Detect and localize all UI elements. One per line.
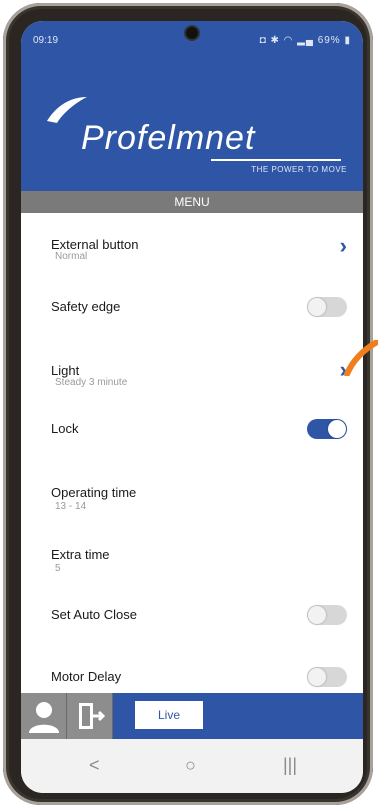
status-icons: ◘ ✱ ◠ ▂▄ 69% ▮: [260, 35, 351, 46]
toggle-knob: [308, 606, 326, 624]
menu-item-label: Lock: [51, 421, 79, 436]
menu-item-sublabel: 5: [55, 563, 61, 574]
set-auto-close-toggle[interactable]: [307, 605, 347, 625]
menu-item-sublabel: Steady 3 minute: [55, 377, 128, 388]
live-button[interactable]: Live: [135, 701, 203, 729]
toggle-knob: [308, 668, 326, 686]
chevron-right-icon[interactable]: ›: [340, 233, 347, 259]
logo-underline: [211, 159, 341, 161]
bottom-bar: Live: [21, 693, 363, 739]
menu-item-external-button[interactable]: External button Normal ›: [21, 213, 363, 271]
orange-swoosh-mark: [344, 340, 378, 376]
menu-item-operating-time[interactable]: Operating time 13 - 14: [21, 457, 363, 519]
camera-icon: [186, 27, 198, 39]
battery-icon: ▮: [344, 35, 351, 46]
bluetooth-icon: ✱: [270, 35, 280, 46]
menu-item-label: Operating time: [51, 485, 137, 500]
exit-button[interactable]: [67, 693, 113, 739]
menu-item-label: Extra time: [51, 547, 110, 562]
menu-item-label: Motor Delay: [51, 669, 122, 684]
user-icon: [29, 702, 59, 733]
android-nav-bar: < ○ |||: [21, 739, 363, 793]
menu-item-safety-edge: Safety edge: [21, 271, 363, 337]
phone-frame: 09:19 ◘ ✱ ◠ ▂▄ 69% ▮ Profelmnet THE POWE…: [3, 3, 373, 805]
toggle-knob: [328, 420, 346, 438]
menu-item-set-auto-close: Set Auto Close: [21, 577, 363, 641]
signal-icon: ▂▄: [297, 35, 314, 46]
back-icon[interactable]: <: [89, 755, 100, 776]
lock-toggle[interactable]: [307, 419, 347, 439]
brand-logo: Profelmnet: [81, 119, 256, 157]
motor-delay-toggle[interactable]: [307, 667, 347, 687]
user-button[interactable]: [21, 693, 67, 739]
app-header: Profelmnet THE POWER TO MOVE: [21, 51, 363, 191]
app-screen: 09:19 ◘ ✱ ◠ ▂▄ 69% ▮ Profelmnet THE POWE…: [21, 21, 363, 793]
menu-item-sublabel: 13 - 14: [55, 501, 87, 512]
wifi-icon: ◠: [283, 35, 294, 46]
status-time: 09:19: [33, 35, 59, 46]
menu-title-bar: MENU: [21, 191, 363, 213]
menu-item-lock: Lock: [21, 393, 363, 457]
menu-item-label: External button: [51, 237, 139, 252]
menu-item-label: Light: [51, 363, 80, 378]
menu-item-motor-delay: Motor Delay: [21, 641, 363, 697]
brand-tagline: THE POWER TO MOVE: [251, 165, 347, 174]
toggle-knob: [308, 298, 326, 316]
menu-item-label: Safety edge: [51, 299, 121, 314]
menu-item-sublabel: Normal: [55, 251, 88, 262]
menu-item-light[interactable]: Light Steady 3 minute ›: [21, 337, 363, 393]
menu-item-extra-time[interactable]: Extra time 5: [21, 519, 363, 577]
notification-icon: ◘: [259, 35, 267, 46]
menu-item-label: Set Auto Close: [51, 607, 137, 622]
exit-door-icon: [79, 703, 106, 729]
home-icon[interactable]: ○: [185, 755, 196, 776]
battery-level: 69%: [317, 35, 341, 46]
recents-icon[interactable]: |||: [283, 755, 297, 776]
safety-edge-toggle[interactable]: [307, 297, 347, 317]
